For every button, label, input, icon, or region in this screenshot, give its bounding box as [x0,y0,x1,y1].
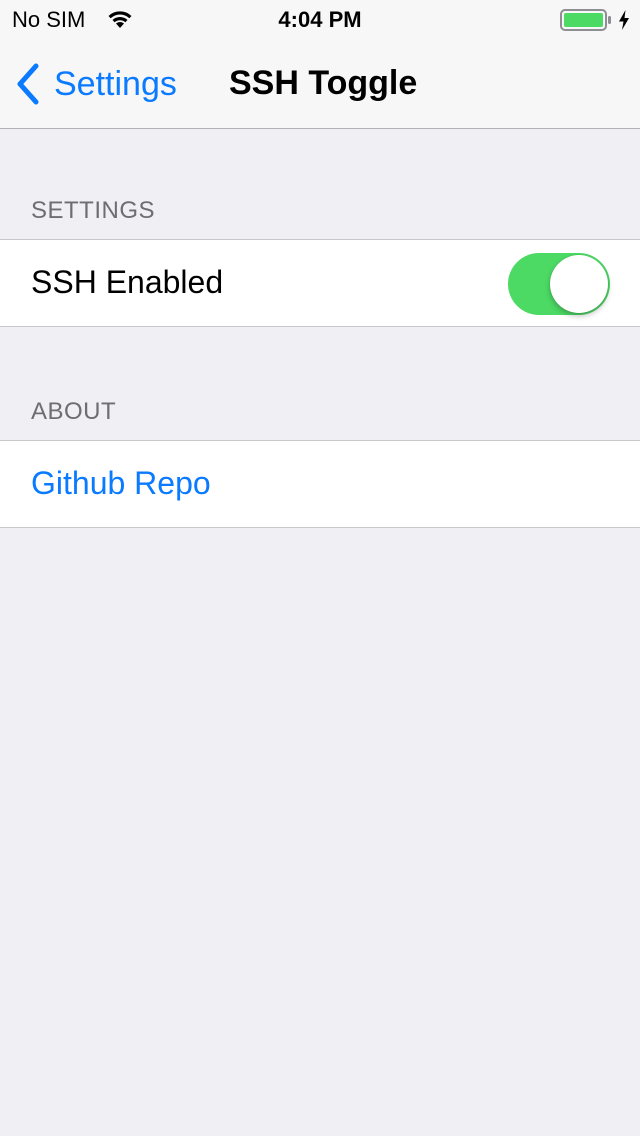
ssh-enabled-row: SSH Enabled [0,239,640,327]
clock: 4:04 PM [278,7,362,32]
ssh-enabled-label: SSH Enabled [31,264,224,300]
navigation-bar: Settings SSH Toggle [0,40,640,129]
status-bar: No SIM 4:04 PM [0,0,640,40]
section-header-about: ABOUT [31,398,117,425]
chevron-left-icon [17,63,39,105]
github-repo-row[interactable]: Github Repo [0,440,640,528]
ssh-enabled-toggle[interactable] [508,253,610,315]
charging-bolt-icon [619,10,629,30]
battery-full-icon [560,9,611,31]
back-button-label: Settings [54,64,177,103]
section-header-settings: SETTINGS [31,197,156,224]
back-button[interactable]: Settings [14,60,177,108]
github-repo-link[interactable]: Github Repo [31,465,211,502]
page-title: SSH Toggle [229,64,418,102]
toggle-knob [550,255,608,313]
